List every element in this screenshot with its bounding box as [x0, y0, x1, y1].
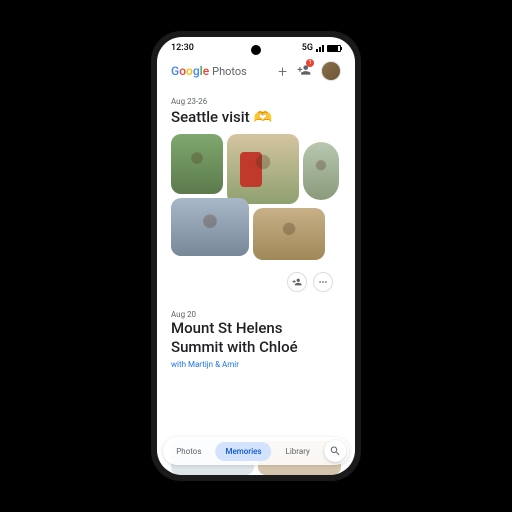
app-header: Google Photos + 1 [157, 55, 355, 87]
share-button[interactable] [287, 272, 307, 292]
memory-subtitle: with Martijn & Amir [171, 360, 341, 369]
collage-photo[interactable] [171, 198, 249, 256]
google-photos-logo[interactable]: Google Photos [171, 64, 247, 78]
collage-photo[interactable] [227, 134, 299, 204]
more-button[interactable] [313, 272, 333, 292]
memory-date: Aug 20 [171, 310, 341, 319]
person-add-icon [292, 277, 302, 287]
memory-title-line: Mount St Helens [171, 319, 341, 338]
clock: 12:30 [171, 43, 194, 53]
nav-tab-memories[interactable]: Memories [215, 442, 271, 461]
signal-icon [316, 45, 324, 52]
memory-title: Mount St Helens Summit with Chloé [171, 319, 341, 357]
notification-badge: 1 [306, 59, 314, 67]
sharing-button[interactable]: 1 [297, 62, 311, 81]
screen: 12:30 5G Google Photos + 1 [157, 37, 355, 475]
bottom-navigation: Photos Memories Library [163, 437, 349, 465]
nav-tab-library[interactable]: Library [276, 442, 320, 461]
search-button[interactable] [324, 440, 346, 462]
collage-actions [171, 272, 341, 292]
nav-tab-photos[interactable]: Photos [166, 442, 211, 461]
collage-photo[interactable] [253, 208, 325, 260]
photo-collage[interactable] [171, 134, 341, 266]
collage-photo[interactable] [171, 134, 223, 194]
battery-icon [327, 45, 341, 52]
account-avatar[interactable] [321, 61, 341, 81]
memory-title[interactable]: Seattle visit 🫶 [171, 108, 341, 126]
header-actions: + 1 [278, 61, 341, 81]
more-horizontal-icon [318, 277, 328, 287]
google-wordmark: Google [171, 64, 209, 78]
collage-photo[interactable] [303, 142, 339, 200]
app-name: Photos [212, 65, 247, 78]
memory-title-line: Summit with Chloé [171, 338, 341, 357]
front-camera [251, 45, 261, 55]
add-icon[interactable]: + [278, 62, 287, 81]
network-label: 5G [302, 43, 313, 53]
memory-title-text: Seattle visit [171, 108, 250, 126]
phone-frame: 12:30 5G Google Photos + 1 [151, 31, 361, 481]
status-right: 5G [302, 43, 341, 53]
content-area: Aug 23-26 Seattle visit 🫶 [157, 87, 355, 373]
memory-date: Aug 23-26 [171, 97, 341, 106]
search-icon [329, 445, 341, 457]
hands-heart-emoji: 🫶 [254, 108, 273, 126]
memory-item[interactable]: Aug 20 Mount St Helens Summit with Chloé… [171, 310, 341, 369]
